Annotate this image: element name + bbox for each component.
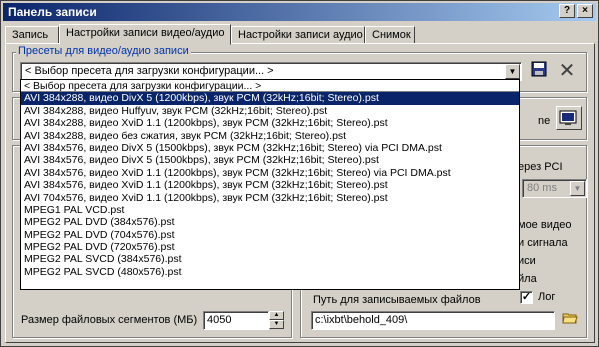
- chevron-down-icon[interactable]: ▼: [570, 181, 585, 196]
- output-path-value: c:\ixbt\behold_409\: [315, 314, 408, 326]
- tab-video-audio-settings[interactable]: Настройки записи видео/аудио: [59, 24, 231, 45]
- monitor-button[interactable]: [556, 106, 582, 130]
- help-button[interactable]: ?: [559, 4, 575, 18]
- partial-file-label: йла: [518, 273, 537, 285]
- delete-preset-button[interactable]: ✕: [556, 61, 578, 83]
- recording-panel-window: Панель записи ? × Запись Настройки запис…: [0, 0, 599, 347]
- save-icon: [531, 61, 547, 77]
- window-title: Панель записи: [8, 5, 97, 19]
- partial-video-label: мое видео: [518, 219, 572, 231]
- list-item[interactable]: MPEG1 PAL VCD.pst: [21, 204, 519, 216]
- save-preset-button[interactable]: [528, 61, 550, 83]
- latency-select[interactable]: 80 ms ▼: [522, 179, 587, 198]
- list-item[interactable]: AVI 384x288, видео Huffyuv, звук PCM (32…: [21, 105, 519, 117]
- list-item[interactable]: AVI 384x576, видео XviD 1.1 (1200kbps), …: [21, 167, 519, 179]
- list-item[interactable]: MPEG2 PAL DVD (720x576).pst: [21, 241, 519, 253]
- preset-select-value: < Выбор пресета для загрузки конфигураци…: [25, 65, 274, 77]
- list-item[interactable]: < Выбор пресета для загрузки конфигураци…: [21, 80, 519, 93]
- chevron-down-icon[interactable]: ▼: [505, 64, 520, 79]
- tab-snapshot[interactable]: Снимок: [365, 26, 415, 44]
- folder-icon: [562, 313, 578, 324]
- spin-up-icon[interactable]: ▲: [269, 311, 284, 320]
- spin-down-icon[interactable]: ▼: [269, 320, 284, 329]
- log-checkbox[interactable]: ✓: [520, 291, 533, 304]
- list-item[interactable]: AVI 384x288, видео XviD 1.1 (1200kbps), …: [21, 117, 519, 129]
- list-item[interactable]: AVI 384x288, видео DivX 5 (1200kbps), зв…: [21, 92, 519, 105]
- output-path-label: Путь для записываемых файлов: [313, 294, 481, 306]
- tab-audio-settings[interactable]: Настройки записи аудио: [231, 26, 365, 44]
- partial-isi-label: иси: [518, 255, 536, 267]
- close-icon: ✕: [558, 60, 576, 82]
- latency-select-value: 80 ms: [527, 182, 557, 194]
- segment-size-value: 4050: [207, 314, 232, 326]
- list-item[interactable]: AVI 704x576, видео XviD 1.1 (1200kbps), …: [21, 192, 519, 204]
- close-button[interactable]: ×: [577, 4, 593, 18]
- tab-recording[interactable]: Запись: [5, 26, 59, 44]
- segment-size-field[interactable]: 4050: [203, 311, 269, 330]
- monitor-icon: [559, 110, 577, 125]
- preset-dropdown-list[interactable]: < Выбор пресета для загрузки конфигураци…: [20, 79, 520, 290]
- list-item[interactable]: MPEG2 PAL SVCD (480x576).pst: [21, 266, 519, 278]
- segment-size-label: Размер файловых сегментов (МБ): [21, 314, 198, 326]
- title-bar: Панель записи ? ×: [3, 3, 596, 21]
- list-item[interactable]: AVI 384x576, видео DivX 5 (1500kbps), зв…: [21, 154, 519, 166]
- log-label: Лог: [538, 291, 556, 303]
- partial-signal-label: и сигнала: [518, 237, 568, 249]
- list-item[interactable]: MPEG2 PAL DVD (384x576).pst: [21, 216, 519, 228]
- partial-via-pci-label: ерез PCI: [518, 161, 563, 173]
- list-item[interactable]: AVI 384x576, видео XviD 1.1 (1200kbps), …: [21, 179, 519, 191]
- list-item[interactable]: MPEG2 PAL DVD (704x576).pst: [21, 229, 519, 241]
- presets-group-label: Пресеты для видео/аудио записи: [16, 45, 191, 57]
- list-item[interactable]: AVI 384x576, видео DivX 5 (1500kbps), зв…: [21, 142, 519, 154]
- list-item[interactable]: MPEG2 PAL SVCD (384x576).pst: [21, 253, 519, 265]
- output-path-field[interactable]: c:\ixbt\behold_409\: [311, 311, 555, 330]
- list-item[interactable]: AVI 384x288, видео без сжатия, звук PCM …: [21, 130, 519, 142]
- segment-size-stepper[interactable]: ▲ ▼: [269, 311, 284, 330]
- partial-ne-label: ne: [538, 115, 551, 127]
- browse-folder-button[interactable]: [559, 310, 581, 332]
